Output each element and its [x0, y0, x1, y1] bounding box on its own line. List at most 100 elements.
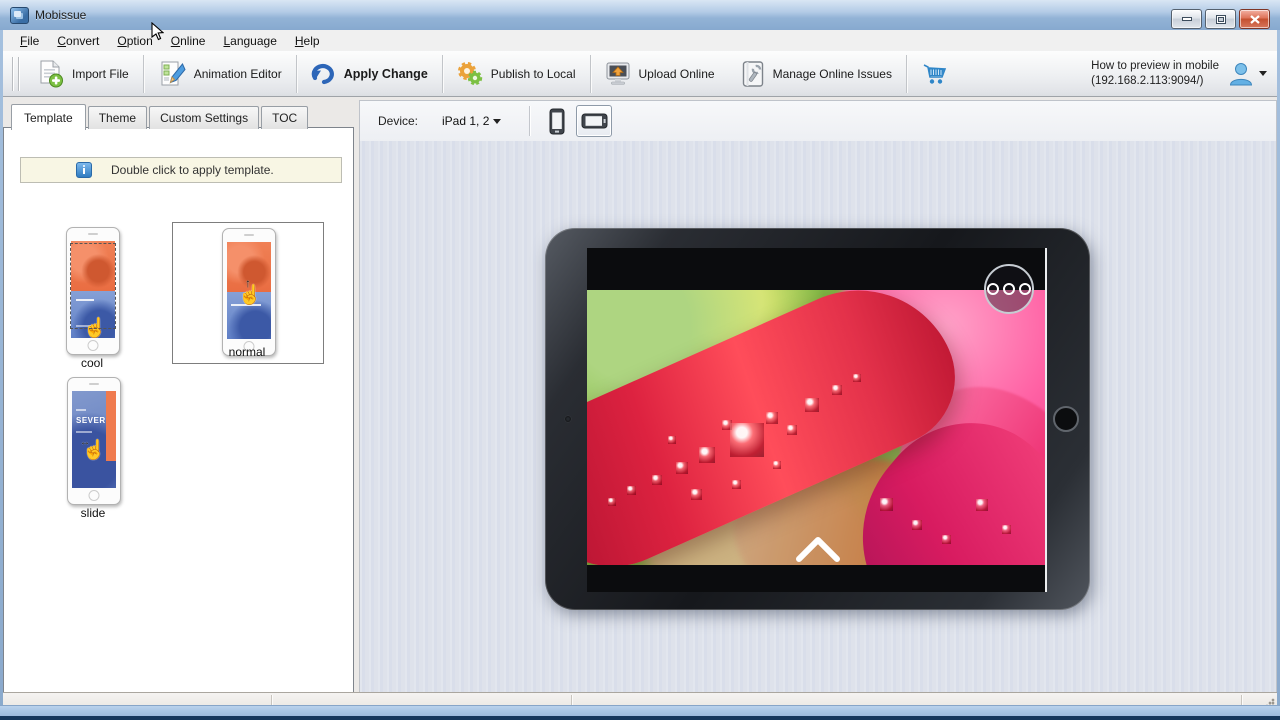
- menu-help[interactable]: Help: [286, 31, 329, 51]
- toolbar-separator: [295, 54, 297, 93]
- app-window: Mobissue File Convert Option Online Lang…: [0, 0, 1280, 720]
- preview-hint-line2: (192.168.2.113:9094/): [1091, 74, 1204, 87]
- animation-editor-button[interactable]: Animation Editor: [145, 54, 295, 94]
- landscape-orientation-button[interactable]: [576, 105, 613, 137]
- minimize-icon: [1181, 16, 1192, 21]
- apply-change-icon: [311, 63, 334, 84]
- template-slide-screen: SEVER ↔ ☝: [72, 391, 116, 488]
- import-file-label: Import File: [72, 66, 129, 81]
- import-file-icon: [40, 60, 63, 87]
- publish-local-icon: [457, 61, 482, 85]
- device-value: iPad 1, 2: [442, 114, 490, 128]
- preview-hint-group: How to preview in mobile (192.168.2.113:…: [1091, 59, 1277, 89]
- toolbar-separator: [589, 54, 591, 93]
- ipad-home-button[interactable]: [1053, 406, 1079, 432]
- tab-theme[interactable]: Theme: [87, 106, 148, 129]
- orange-stripe: [106, 391, 116, 461]
- upload-online-label: Upload Online: [638, 66, 715, 81]
- animation-editor-label: Animation Editor: [193, 66, 282, 81]
- landscape-phone-icon: [581, 113, 608, 129]
- manage-online-issues-label: Manage Online Issues: [772, 66, 892, 81]
- tab-toc[interactable]: TOC: [261, 106, 309, 129]
- window-title: Mobissue: [35, 8, 87, 22]
- device-bar-separator: [529, 106, 531, 136]
- toolbar-separator: [142, 54, 144, 93]
- tap-hand-icon: ☝: [238, 285, 262, 306]
- menubar: File Convert Option Online Language Help: [3, 30, 1277, 52]
- window-frame-bottom: [0, 705, 1280, 720]
- menu-dot: [1003, 283, 1015, 295]
- ipad-device-frame: [545, 228, 1090, 610]
- flipbook-menu-button[interactable]: [984, 264, 1034, 314]
- camera-icon: [565, 416, 571, 422]
- portrait-orientation-button[interactable]: [544, 106, 570, 136]
- account-dropdown-caret[interactable]: [1259, 71, 1267, 76]
- phone-home-button: [88, 490, 100, 501]
- template-cool-thumbnail[interactable]: ☝: [66, 227, 120, 355]
- phone-speaker: [244, 234, 254, 236]
- water-droplets: [587, 290, 1045, 565]
- device-select[interactable]: iPad 1, 2: [436, 111, 507, 131]
- toolbar-separator: [441, 54, 443, 93]
- manage-online-issues-icon: [742, 60, 763, 87]
- tab-template[interactable]: Template: [11, 104, 86, 130]
- minimize-button[interactable]: [1171, 9, 1202, 29]
- toolbar-gripper: [12, 56, 19, 91]
- menu-language[interactable]: Language: [214, 31, 285, 51]
- swipe-up-chevron[interactable]: [795, 535, 841, 563]
- text-line: [76, 409, 86, 411]
- tab-custom-settings[interactable]: Custom Settings: [149, 106, 260, 129]
- device-bar: Device: iPad 1, 2: [359, 100, 1277, 142]
- phone-speaker: [89, 383, 99, 385]
- phone-speaker: [88, 233, 98, 235]
- publish-to-local-label: Publish to Local: [490, 66, 576, 81]
- animation-editor-icon: [161, 61, 186, 85]
- menu-dot: [1019, 283, 1031, 295]
- preview-hint-line1: How to preview in mobile: [1091, 59, 1219, 72]
- publish-to-local-button[interactable]: Publish to Local: [444, 54, 589, 94]
- notice-text: Double click to apply template.: [111, 163, 274, 177]
- flipbook-page-photo[interactable]: [587, 290, 1045, 565]
- upload-online-button[interactable]: Upload Online: [592, 54, 728, 94]
- mouse-cursor: [151, 22, 164, 41]
- import-file-button[interactable]: Import File: [25, 54, 142, 94]
- upload-online-icon: [606, 62, 630, 85]
- maximize-icon: [1215, 14, 1226, 24]
- menu-online[interactable]: Online: [162, 31, 215, 51]
- template-cool-label: cool: [80, 356, 103, 370]
- portrait-phone-icon: [549, 108, 565, 134]
- menu-file[interactable]: File: [11, 31, 48, 51]
- template-slide-thumbnail[interactable]: SEVER ↔ ☝: [67, 377, 121, 505]
- template-normal-thumbnail[interactable]: ↑ ☝: [222, 228, 276, 356]
- titlebar: Mobissue: [0, 0, 1280, 31]
- sidebar: Template Theme Custom Settings TOC Doubl…: [3, 96, 357, 693]
- template-normal-screen: ↑ ☝: [227, 242, 271, 339]
- apply-change-label: Apply Change: [343, 66, 428, 81]
- preview-canvas: [359, 141, 1277, 693]
- menu-convert[interactable]: Convert: [48, 31, 108, 51]
- store-cart-button[interactable]: [908, 54, 960, 94]
- menu-dot: [987, 283, 999, 295]
- template-normal-cell[interactable]: ↑ ☝ normal: [172, 222, 324, 364]
- template-normal-label: normal: [228, 345, 266, 359]
- user-account-icon[interactable]: [1227, 60, 1255, 88]
- device-dropdown-caret: [493, 118, 502, 124]
- shopping-cart-icon: [923, 63, 947, 84]
- tap-hand-icon: ☝: [82, 440, 106, 461]
- maximize-button[interactable]: [1205, 9, 1236, 29]
- sidebar-tabs: Template Theme Custom Settings TOC: [11, 102, 310, 130]
- toolbar-separator: [905, 54, 907, 93]
- notice-bar: Double click to apply template.: [20, 157, 342, 183]
- close-button[interactable]: [1239, 9, 1270, 29]
- template-slide-label: slide: [80, 506, 106, 520]
- text-line: [76, 431, 92, 433]
- ipad-screen: [587, 248, 1047, 592]
- page-edge: [1045, 248, 1047, 592]
- app-icon: [10, 6, 29, 24]
- device-label: Device:: [378, 114, 419, 128]
- window-frame-left: [0, 30, 3, 720]
- selection-dashed-border: [70, 243, 116, 329]
- apply-change-button[interactable]: Apply Change: [298, 54, 441, 94]
- manage-online-issues-button[interactable]: Manage Online Issues: [728, 54, 905, 94]
- phone-home-button: [87, 340, 99, 351]
